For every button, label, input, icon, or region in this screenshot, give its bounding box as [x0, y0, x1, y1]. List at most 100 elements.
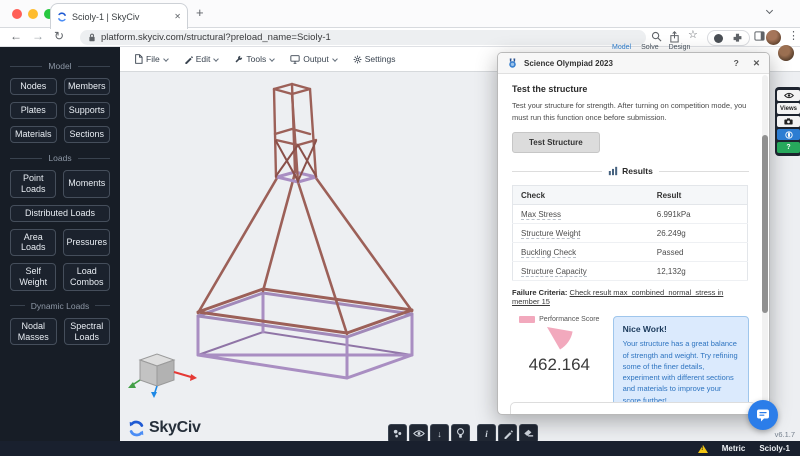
puzzle-extensions-icon[interactable]: [732, 33, 743, 44]
orientation-cube[interactable]: [128, 354, 197, 398]
lock-icon: [88, 33, 96, 42]
sidebar-button-self-weight[interactable]: Self Weight: [10, 263, 56, 291]
score-legend-label: Performance Score: [539, 316, 599, 323]
app-version: v6.1.7: [775, 430, 795, 439]
side-panel-icon[interactable]: [754, 31, 765, 41]
dialog-heading: Test the structure: [512, 84, 749, 94]
sidebar-button-materials[interactable]: Materials: [10, 126, 57, 143]
browser-tab[interactable]: Scioly-1 | SkyCiv ✕: [50, 3, 188, 29]
info-icon: i: [485, 429, 488, 439]
extension-icon[interactable]: [714, 34, 723, 43]
sidebar-button-spectral-loads[interactable]: Spectral Loads: [64, 318, 111, 346]
dialog-header[interactable]: Science Olympiad 2023 ? ✕: [498, 53, 769, 74]
mac-minimize-button[interactable]: [28, 9, 38, 19]
new-tab-button[interactable]: +: [196, 5, 204, 20]
sidebar-button-distributed-loads[interactable]: Distributed Loads: [10, 205, 110, 222]
scrollbar-thumb[interactable]: [762, 135, 768, 313]
check-label[interactable]: Buckling Check: [521, 248, 576, 258]
browser-menu-icon[interactable]: ⋮: [788, 29, 799, 42]
check-result: 6.991kPa: [657, 210, 691, 219]
render-mode-button[interactable]: [777, 129, 800, 140]
dialog-help-button[interactable]: ?: [734, 58, 739, 68]
eraser-icon: [523, 429, 534, 438]
status-bar: Metric Scioly-1: [0, 441, 800, 456]
forward-icon[interactable]: →: [32, 29, 44, 43]
sidebar-button-area-loads[interactable]: Area Loads: [10, 229, 56, 257]
pencil-icon: [184, 55, 193, 64]
dialog-description: Test your structure for strength. After …: [512, 100, 748, 123]
score-pie-wedge: [539, 323, 579, 353]
nice-work-box: Nice Work! Your structure has a great ba…: [613, 316, 749, 414]
tab-close-icon[interactable]: ✕: [174, 12, 181, 21]
nav-design[interactable]: Design: [669, 44, 691, 51]
test-structure-button[interactable]: Test Structure: [512, 132, 600, 153]
table-row: Structure Capacity 12,132g: [513, 262, 748, 281]
sidebar-button-nodal-masses[interactable]: Nodal Masses: [10, 318, 57, 346]
search-icon[interactable]: [651, 31, 662, 42]
url-bar[interactable]: platform.skyciv.com/structural?preload_n…: [80, 30, 646, 45]
nav-solve[interactable]: Solve: [641, 44, 659, 51]
nice-work-body: Your structure has a great balance of st…: [623, 338, 739, 406]
nice-work-title: Nice Work!: [623, 324, 739, 334]
back-icon[interactable]: ←: [10, 29, 22, 43]
menu-file[interactable]: File: [134, 54, 168, 64]
menu-edit[interactable]: Edit: [184, 54, 219, 64]
help-button[interactable]: ?: [777, 142, 800, 153]
skyciv-logo-icon: [128, 420, 145, 437]
show-hide-button[interactable]: [777, 90, 800, 101]
bookmark-star-icon[interactable]: ☆: [688, 28, 698, 41]
pencil-icon: [503, 429, 513, 439]
chevron-down-icon[interactable]: [766, 7, 773, 14]
next-section-panel: [510, 402, 756, 415]
chevron-down-icon: [269, 56, 275, 62]
sidebar-button-plates[interactable]: Plates: [10, 102, 57, 119]
sidebar-button-load-combos[interactable]: Load Combos: [63, 263, 110, 291]
refresh-icon[interactable]: ↻: [54, 29, 64, 43]
wrench-icon: [234, 55, 243, 64]
results-title: Results: [622, 166, 653, 176]
extensions-group: [707, 30, 750, 46]
share-icon[interactable]: [669, 31, 680, 43]
chevron-down-icon: [214, 56, 220, 62]
tab-title: Scioly-1 | SkyCiv: [72, 12, 169, 22]
mac-close-button[interactable]: [12, 9, 22, 19]
sidebar-button-members[interactable]: Members: [64, 78, 111, 95]
medal-icon: [507, 58, 518, 69]
screenshot-button[interactable]: [777, 116, 800, 127]
check-label[interactable]: Structure Capacity: [521, 267, 587, 277]
performance-score-chart: Performance Score 462.164: [512, 316, 607, 414]
sidebar-button-sections[interactable]: Sections: [64, 126, 111, 143]
dialog-scrollbar[interactable]: [762, 75, 768, 412]
sidebar-button-pressures[interactable]: Pressures: [63, 229, 110, 257]
column-header-check: Check: [513, 186, 649, 205]
warning-icon[interactable]: [698, 445, 708, 453]
units-indicator[interactable]: Metric: [722, 444, 746, 453]
section-header-loads: Loads: [10, 153, 110, 163]
skyciv-logo: SkyCiv: [128, 419, 201, 437]
chevron-down-icon: [163, 56, 169, 62]
menu-output[interactable]: Output: [290, 54, 337, 64]
check-label[interactable]: Structure Weight: [521, 229, 580, 239]
sidebar-button-nodes[interactable]: Nodes: [10, 78, 57, 95]
arrow-down-icon: ↓: [437, 429, 442, 439]
skyciv-logo-text: SkyCiv: [149, 419, 201, 437]
chat-support-button[interactable]: [748, 400, 778, 430]
sidebar-button-point-loads[interactable]: Point Loads: [10, 170, 56, 198]
dialog-close-icon[interactable]: ✕: [753, 58, 760, 69]
check-result: 12,132g: [657, 267, 686, 276]
menu-settings[interactable]: Settings: [353, 54, 396, 64]
project-name[interactable]: Scioly-1: [759, 444, 790, 453]
model-sidebar: Model Nodes Members Plates Supports Mate…: [0, 47, 120, 441]
url-text: platform.skyciv.com/structural?preload_n…: [101, 32, 331, 43]
table-row: Buckling Check Passed: [513, 243, 748, 262]
sidebar-button-supports[interactable]: Supports: [64, 102, 111, 119]
sidebar-button-moments[interactable]: Moments: [63, 170, 110, 198]
menu-tools[interactable]: Tools: [234, 54, 274, 64]
user-avatar[interactable]: [778, 45, 794, 61]
browser-profile-avatar[interactable]: [766, 30, 781, 45]
science-olympiad-dialog: Science Olympiad 2023 ? ✕ Test the struc…: [497, 52, 770, 415]
check-label[interactable]: Max Stress: [521, 210, 561, 220]
monitor-icon: [290, 55, 300, 64]
nav-model[interactable]: Model: [612, 44, 631, 51]
views-button[interactable]: Views: [777, 103, 800, 114]
